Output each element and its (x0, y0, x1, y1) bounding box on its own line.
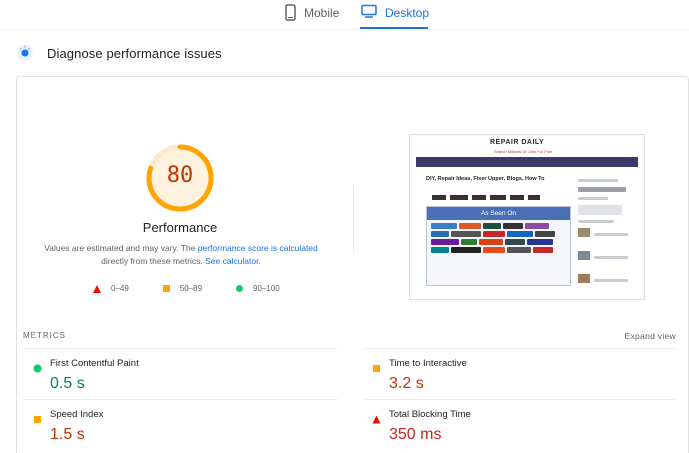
red-triangle-icon (372, 411, 381, 429)
description-text-2: directly from these metrics. (101, 256, 206, 266)
metric-first-contentful-paint: First Contentful Paint 0.5 s (33, 358, 333, 398)
metrics-divider (363, 399, 677, 400)
score-calculated-link[interactable]: performance score is calculated (198, 243, 318, 253)
phone-icon (285, 4, 296, 24)
metric-name: Total Blocking Time (389, 409, 471, 420)
preview-network-logos (432, 193, 568, 201)
metric-name: First Contentful Paint (50, 358, 139, 369)
metric-name: Time to Interactive (389, 358, 467, 369)
metrics-divider (363, 348, 677, 349)
tab-desktop-label: Desktop (385, 6, 430, 20)
tab-mobile[interactable]: Mobile (285, 4, 339, 30)
device-tabs: Mobile Desktop (0, 0, 689, 30)
description-text-1: Values are estimated and may vary. The (44, 243, 198, 253)
legend-item-pass: 90–100 (236, 284, 280, 293)
diagnose-header: Diagnose performance issues (16, 44, 222, 62)
legend-range: 50–89 (179, 284, 203, 293)
preview-site-tagline: Search Millions Of Jobs For Free (494, 149, 553, 154)
monitor-icon (361, 4, 377, 21)
tab-mobile-label: Mobile (304, 6, 340, 20)
diagnose-title: Diagnose performance issues (47, 45, 222, 61)
preview-site-logo: REPAIR DAILY (490, 139, 545, 146)
metric-value: 1.5 s (50, 426, 85, 443)
metric-value: 0.5 s (50, 375, 85, 392)
legend-range: 0–49 (111, 284, 129, 293)
metrics-divider (23, 399, 337, 400)
metric-value: 350 ms (389, 426, 442, 443)
legend-item-fail: 0–49 (93, 284, 129, 293)
see-calculator-link[interactable]: See calculator. (205, 256, 261, 266)
green-circle-icon (236, 285, 244, 292)
preview-logo-grid (427, 220, 570, 256)
metric-name: Speed Index (50, 409, 104, 420)
preview-sidebar (578, 179, 634, 292)
preview-heading: DIY, Repair Ideas, Fixer Upper, Blogs, H… (426, 176, 545, 182)
score-legend: 0–49 50–89 90–100 (93, 284, 314, 293)
score-description: Values are estimated and may vary. The p… (31, 242, 331, 268)
orange-square-icon (372, 360, 381, 378)
legend-range: 90–100 (253, 284, 280, 293)
score-label: Performance (142, 220, 218, 235)
metric-total-blocking-time: Total Blocking Time 350 ms (372, 409, 672, 449)
metrics-divider (23, 348, 337, 349)
red-triangle-icon (93, 284, 101, 293)
green-circle-icon (33, 360, 42, 378)
lab-data-icon (16, 44, 34, 62)
preview-box-title: As Seen On (427, 207, 570, 220)
metric-speed-index: Speed Index 1.5 s (33, 409, 333, 449)
preview-navbar (416, 157, 638, 167)
orange-square-icon (162, 285, 170, 292)
metric-time-to-interactive: Time to Interactive 3.2 s (372, 358, 672, 398)
preview-as-seen-on-box: As Seen On (426, 206, 571, 286)
performance-card: 80 Performance Values are estimated and … (16, 76, 689, 453)
expand-view-button[interactable]: Expand view (625, 331, 677, 341)
metric-value: 3.2 s (389, 375, 424, 392)
metrics-heading: METRICS (23, 331, 66, 340)
legend-item-average: 50–89 (162, 284, 203, 293)
page-screenshot: REPAIR DAILY Search Millions Of Jobs For… (409, 134, 645, 300)
orange-square-icon (33, 411, 42, 429)
tabs-divider (0, 29, 689, 30)
score-value: 80 (166, 163, 194, 188)
vertical-divider (353, 185, 354, 253)
